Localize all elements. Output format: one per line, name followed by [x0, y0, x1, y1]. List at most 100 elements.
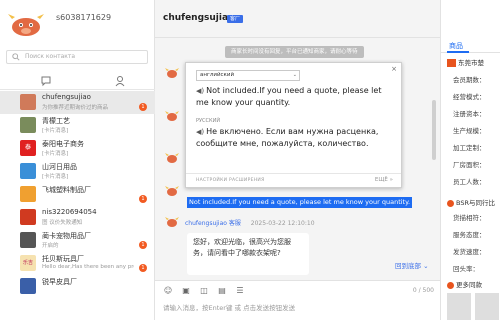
unread-badge: 1: [139, 241, 147, 249]
contact-last-message: 图 议价失败通知: [42, 220, 83, 226]
translation-popup: × английский ⌄ ◀) Not included.If you nee…: [185, 62, 402, 188]
source-text-value: Not included.If you need a quote, please…: [196, 86, 382, 107]
score-row: 货描相符：: [453, 214, 486, 222]
list-icon[interactable]: ☰: [235, 286, 245, 296]
bsr-icon: [447, 199, 454, 207]
contact-name: 青檬工艺: [42, 117, 70, 125]
cow-avatar-icon: [165, 186, 179, 196]
contact-search-input[interactable]: Поиск контакта: [6, 50, 148, 64]
contact-last-message: 开启的: [42, 243, 59, 249]
info-row: 经营模式：: [453, 93, 486, 101]
contact-last-message: Hello dear,Has there been any progress o…: [42, 264, 134, 270]
contact-avatar: [20, 186, 36, 202]
message-composer: ☺ ▣ ◫ ▤ ☰ 0 / 500 请输入消息，按Enter键 或 点击发送按钮…: [155, 280, 440, 320]
contact-item[interactable]: chufengsujiao 为你推荐近期询价过的商品 1: [0, 91, 155, 114]
search-placeholder: Поиск контакта: [25, 53, 76, 60]
selected-message[interactable]: Not included.If you need a quote, please…: [187, 197, 413, 208]
speaker-icon[interactable]: ◀): [196, 87, 204, 95]
cow-avatar-icon: [165, 217, 179, 227]
similar-products-text: 更多同款: [456, 281, 482, 289]
shop-logo-icon: [447, 59, 456, 67]
shop-name-text: 东莞市楚: [458, 59, 484, 67]
contact-avatar: 乐吉: [20, 255, 36, 271]
message-input[interactable]: 请输入消息，按Enter键 或 点击发送按钮发送: [163, 302, 295, 312]
tab-active-indicator: [447, 51, 469, 53]
factory-tag: 客厂: [227, 15, 244, 23]
message-time: 2025-03-22 12:10:10: [250, 220, 315, 227]
contact-name: 泰阳电子商务: [42, 140, 84, 148]
image-icon[interactable]: ▣: [181, 286, 191, 296]
contact-item[interactable]: 山河日用品 [卡片消息]: [0, 160, 155, 183]
source-language-select[interactable]: английский ⌄: [196, 70, 300, 81]
user-header: s6038171629: [0, 0, 154, 43]
shop-name[interactable]: 东莞市楚: [447, 57, 484, 67]
reply-sender: chufengsujiao: [185, 220, 227, 227]
contact-item[interactable]: 飞城塑料制品厂 1: [0, 183, 155, 206]
chevron-down-icon: ⌄: [292, 72, 297, 78]
contact-avatar: [20, 94, 36, 110]
product-thumbnails: [447, 293, 500, 320]
emoji-icon[interactable]: ☺: [163, 286, 173, 296]
contact-name: chufengsujiao: [42, 93, 91, 101]
close-icon[interactable]: ×: [391, 65, 397, 73]
service-badge: 客服: [228, 220, 241, 227]
unread-badge: 1: [139, 195, 147, 203]
contact-name: nis3220694054: [42, 208, 97, 216]
similar-products-title: 更多同款: [447, 279, 482, 289]
bsr-title-text: BSR与同行比: [456, 199, 495, 207]
contact-name: 蔺卡宠物用品厂: [42, 232, 91, 240]
contact-item[interactable]: 锐早皮具厂: [0, 275, 155, 298]
bsr-title: BSR与同行比: [447, 197, 495, 207]
more-link[interactable]: ЕЩЁ »: [375, 177, 393, 183]
translated-text: ◀) Не включено. Если вам нужна расценка, …: [196, 126, 396, 150]
info-row: 加工定制：: [453, 144, 486, 152]
contact-filter-bar: [0, 72, 155, 90]
similar-icon: [447, 281, 454, 289]
contact-item[interactable]: 泰 泰阳电子商务 [卡片消息]: [0, 137, 155, 160]
contact-last-message: 为你推荐近期询价过的商品: [42, 105, 109, 111]
contact-item[interactable]: 乐吉 托贝斯玩具厂 Hello dear,Has there been any …: [0, 252, 155, 275]
chat-bubble-icon[interactable]: [40, 75, 52, 87]
product-info-pane: 商品 东莞市楚 会员期数： 经营模式： 注册资本： 生产规模： 加工定制： 厂房…: [440, 0, 500, 320]
cow-avatar-icon[interactable]: [6, 10, 46, 38]
contact-item[interactable]: nis3220694054 图 议价失败通知: [0, 206, 155, 229]
info-row: 员工人数：: [453, 178, 486, 186]
translated-text-value: Не включено. Если вам нужна расценка, со…: [196, 127, 379, 148]
contact-name: 托贝斯玩具厂: [42, 255, 84, 263]
score-row: 回头率：: [453, 265, 479, 273]
chat-header: chufengsujiao 客厂: [155, 0, 440, 38]
contact-avatar: [20, 117, 36, 133]
user-id: s6038171629: [56, 13, 112, 22]
score-row: 服务态度：: [453, 231, 486, 239]
unread-badge: 1: [139, 264, 147, 272]
contact-last-message: [卡片消息]: [42, 128, 69, 134]
info-row: 注册资本：: [453, 110, 486, 118]
contact-item[interactable]: 青檬工艺 [卡片消息]: [0, 114, 155, 137]
chat-scrollbar[interactable]: [432, 100, 436, 160]
extension-settings-link[interactable]: НАСТРОЙКИ РАСШИРЕНИЯ: [196, 178, 265, 183]
contact-name: 锐早皮具厂: [42, 278, 77, 286]
contact-avatar: [20, 278, 36, 294]
source-text: ◀) Not included.If you need a quote, plea…: [196, 85, 396, 109]
product-thumbnail[interactable]: [475, 293, 499, 320]
unread-badge: 1: [139, 103, 147, 111]
tab-products[interactable]: 商品: [449, 41, 463, 51]
system-notice: 商家长时间没有回复，平台已通知商家，请耐心等待: [225, 46, 364, 58]
target-language-label: РУССКИЙ: [196, 118, 221, 124]
box-icon[interactable]: ◫: [199, 286, 209, 296]
back-to-bottom-link[interactable]: 回到底部 ⌄: [395, 260, 429, 270]
card-icon[interactable]: ▤: [217, 286, 227, 296]
speaker-icon[interactable]: ◀): [196, 128, 204, 136]
chat-title: chufengsujiao: [163, 13, 235, 23]
contact-last-message: [卡片消息]: [42, 174, 69, 180]
contact-avatar: [20, 163, 36, 179]
info-row: 会员期数：: [453, 76, 486, 84]
score-row: 发货速度：: [453, 248, 486, 256]
person-icon[interactable]: [114, 75, 126, 87]
contacts-pane: s6038171629 Поиск контакта chufengsujiao…: [0, 0, 155, 320]
contact-name: 飞城塑料制品厂: [42, 186, 91, 194]
contact-last-message: [卡片消息]: [42, 151, 69, 157]
product-thumbnail[interactable]: [447, 293, 471, 320]
chevron-down-icon: ⌄: [423, 262, 429, 270]
contact-item[interactable]: 蔺卡宠物用品厂 开启的 1: [0, 229, 155, 252]
